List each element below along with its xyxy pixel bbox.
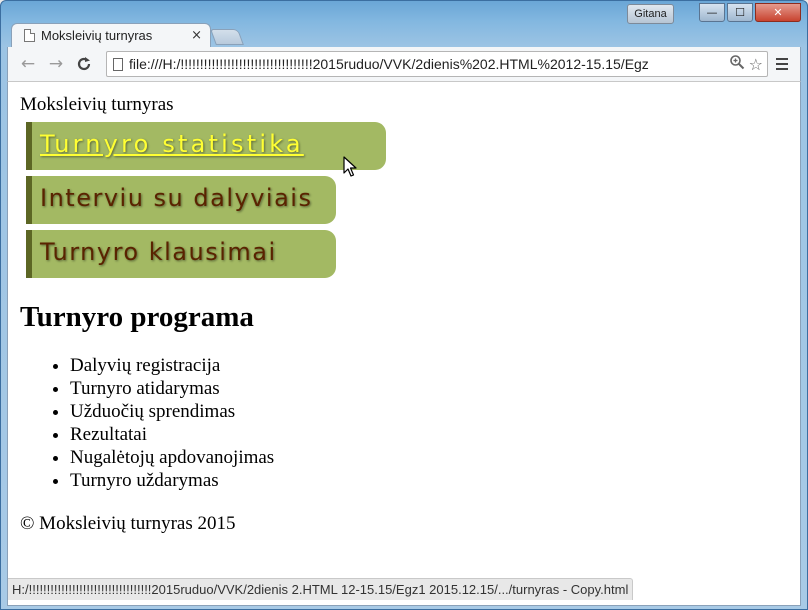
mouse-cursor-icon — [343, 156, 357, 177]
page-footer: © Moksleivių turnyras 2015 — [20, 513, 236, 534]
nav-link-questions[interactable]: Turnyro klausimai — [26, 230, 336, 278]
address-url[interactable]: file:///H:/!!!!!!!!!!!!!!!!!!!!!!!!!!!!!… — [129, 56, 729, 72]
section-heading: Turnyro programa — [20, 301, 254, 333]
menu-bar-icon — [776, 58, 788, 60]
page-viewport: Moksleivių turnyras Turnyro statistika I… — [7, 81, 801, 606]
browser-window: Gitana — ☐ ✕ Moksleivių turnyras × ← → f… — [0, 0, 808, 610]
reload-button[interactable] — [72, 52, 96, 76]
site-title: Moksleivių turnyras — [20, 94, 174, 115]
nav-link-statistics[interactable]: Turnyro statistika — [26, 122, 386, 170]
tab-active[interactable]: Moksleivių turnyras × — [11, 23, 211, 47]
new-tab-button[interactable] — [210, 29, 244, 45]
nav-link-interviews[interactable]: Interviu su dalyviais — [26, 176, 336, 224]
program-list: Dalyvių registracija Turnyro atidarymas … — [70, 354, 788, 492]
bookmark-star-icon[interactable]: ☆ — [749, 55, 763, 74]
user-profile-badge[interactable]: Gitana — [627, 4, 674, 24]
close-window-button[interactable]: ✕ — [755, 3, 801, 22]
page-icon — [24, 29, 35, 42]
tab-close-icon[interactable]: × — [191, 28, 202, 43]
reload-icon — [77, 57, 91, 71]
window-controls: — ☐ ✕ — [699, 3, 801, 25]
list-item: Užduočių sprendimas — [70, 400, 788, 423]
menu-bar-icon — [776, 63, 788, 65]
list-item: Turnyro uždarymas — [70, 469, 788, 492]
page-content: Moksleivių turnyras Turnyro statistika I… — [8, 82, 800, 547]
menu-button[interactable] — [776, 54, 794, 74]
file-icon — [113, 57, 123, 71]
maximize-button[interactable]: ☐ — [727, 3, 753, 22]
list-item: Nugalėtojų apdovanojimas — [70, 446, 788, 469]
main-nav: Turnyro statistika Interviu su dalyviais… — [26, 122, 788, 278]
address-bar[interactable]: file:///H:/!!!!!!!!!!!!!!!!!!!!!!!!!!!!!… — [106, 51, 768, 77]
menu-bar-icon — [776, 68, 788, 70]
list-item: Turnyro atidarymas — [70, 377, 788, 400]
forward-button[interactable]: → — [44, 52, 68, 76]
minimize-button[interactable]: — — [699, 3, 725, 22]
zoom-icon[interactable] — [729, 54, 745, 74]
list-item: Dalyvių registracija — [70, 354, 788, 377]
tab-strip: Moksleivių turnyras × — [11, 23, 244, 47]
browser-toolbar: ← → file:///H:/!!!!!!!!!!!!!!!!!!!!!!!!!… — [7, 47, 801, 81]
list-item: Rezultatai — [70, 423, 788, 446]
back-button[interactable]: ← — [16, 52, 40, 76]
status-bar: H:/!!!!!!!!!!!!!!!!!!!!!!!!!!!!!!!!!!201… — [8, 578, 634, 600]
tab-title: Moksleivių turnyras — [41, 28, 153, 43]
